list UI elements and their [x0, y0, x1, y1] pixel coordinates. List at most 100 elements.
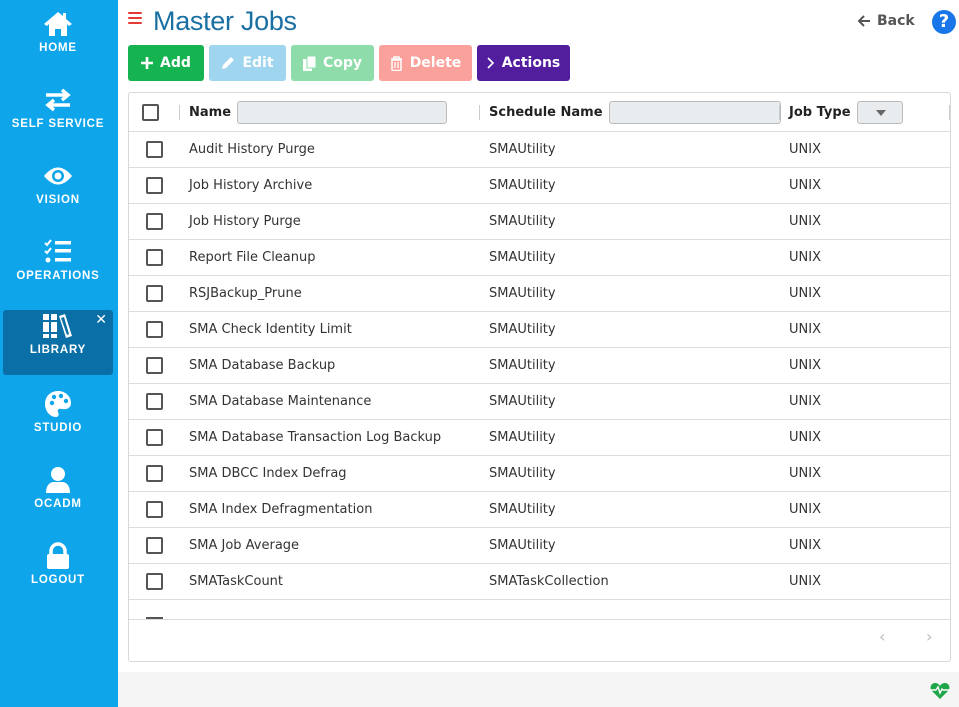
row-checkbox[interactable] — [146, 285, 163, 302]
sidebar-item-logout[interactable]: LOGOUT — [3, 540, 113, 606]
trash-icon — [390, 55, 402, 71]
cell-job-type: UNIX — [789, 322, 821, 337]
prev-page-button[interactable]: ‹ — [879, 627, 885, 646]
column-header-name[interactable]: Name — [189, 93, 448, 132]
next-page-button[interactable]: › — [926, 627, 932, 646]
table-row-partial — [129, 600, 950, 620]
cell-schedule-name: SMAUtility — [489, 250, 556, 265]
column-separator — [479, 105, 480, 120]
table-row[interactable]: Report File Cleanup SMAUtility UNIX — [129, 240, 950, 276]
user-icon — [3, 466, 113, 494]
cell-name: SMATaskCount — [189, 574, 284, 589]
edit-button[interactable]: Edit — [209, 45, 286, 81]
delete-label: Delete — [409, 55, 462, 71]
row-checkbox[interactable] — [146, 141, 163, 158]
sidebar-item-library[interactable]: ✕ LIBRARY — [3, 310, 113, 375]
sidebar-item-self-service[interactable]: SELF SERVICE — [3, 84, 113, 150]
actions-label: Actions — [501, 55, 561, 71]
job-type-filter-dropdown[interactable] — [856, 101, 903, 124]
hamburger-menu-icon[interactable] — [128, 12, 142, 26]
column-label-schedule-name: Schedule Name — [489, 105, 603, 120]
sidebar-item-operations[interactable]: OPERATIONS — [3, 236, 113, 302]
help-icon[interactable]: ? — [932, 10, 956, 34]
swap-arrows-icon — [3, 86, 113, 114]
row-checkbox[interactable] — [146, 321, 163, 338]
row-checkbox[interactable] — [146, 501, 163, 518]
sidebar: HOME SELF SERVICE VISION OPERATIONS ✕ LI… — [0, 0, 118, 707]
cell-name: Job History Purge — [189, 214, 301, 229]
table-row[interactable]: SMA Database Transaction Log Backup SMAUt… — [129, 420, 950, 456]
row-checkbox[interactable] — [146, 357, 163, 374]
cell-job-type: UNIX — [789, 502, 821, 517]
table-row[interactable]: SMA Job Average SMAUtility UNIX — [129, 528, 950, 564]
row-checkbox[interactable] — [146, 213, 163, 230]
row-checkbox-cell — [146, 528, 163, 563]
sidebar-item-home[interactable]: HOME — [3, 8, 113, 74]
sidebar-item-ocadm[interactable]: OCADM — [3, 464, 113, 530]
table-row[interactable]: SMA Index Defragmentation SMAUtility UNIX — [129, 492, 950, 528]
row-checkbox-cell — [146, 204, 163, 239]
row-checkbox[interactable] — [146, 177, 163, 194]
table-row[interactable]: Audit History Purge SMAUtility UNIX — [129, 132, 950, 168]
table-row[interactable]: RSJBackup_Prune SMAUtility UNIX — [129, 276, 950, 312]
cell-schedule-name: SMAUtility — [489, 538, 556, 553]
cell-name: Report File Cleanup — [189, 250, 316, 265]
column-label-job-type: Job Type — [789, 105, 851, 120]
cell-schedule-name: SMAUtility — [489, 394, 556, 409]
column-header-schedule-name[interactable]: Schedule Name — [489, 93, 781, 132]
cell-job-type: UNIX — [789, 142, 821, 157]
column-separator — [779, 105, 780, 120]
back-button[interactable]: Back — [857, 13, 915, 29]
row-checkbox-cell — [146, 420, 163, 455]
page-title: Master Jobs — [153, 6, 297, 36]
chevron-right-icon — [487, 57, 494, 69]
sidebar-item-studio[interactable]: STUDIO — [3, 388, 113, 454]
edit-label: Edit — [242, 55, 274, 71]
row-checkbox[interactable] — [146, 249, 163, 266]
row-checkbox-cell — [146, 564, 163, 599]
cell-name: SMA Index Defragmentation — [189, 502, 373, 517]
column-header-job-type[interactable]: Job Type — [789, 93, 903, 132]
cell-job-type: UNIX — [789, 358, 821, 373]
row-checkbox-cell — [146, 492, 163, 527]
row-checkbox-cell — [146, 168, 163, 203]
sidebar-item-vision[interactable]: VISION — [3, 160, 113, 226]
name-filter-input[interactable] — [237, 101, 448, 124]
copy-button[interactable]: Copy — [291, 45, 374, 81]
table-row[interactable]: SMA DBCC Index Defrag SMAUtility UNIX — [129, 456, 950, 492]
row-checkbox-cell — [146, 276, 163, 311]
table-row[interactable]: SMA Database Backup SMAUtility UNIX — [129, 348, 950, 384]
cell-name: RSJBackup_Prune — [189, 286, 302, 301]
row-checkbox[interactable] — [146, 429, 163, 446]
row-checkbox[interactable] — [146, 537, 163, 554]
actions-button[interactable]: Actions — [477, 45, 570, 81]
cell-name: SMA Database Maintenance — [189, 394, 372, 409]
row-checkbox[interactable] — [146, 573, 163, 590]
delete-button[interactable]: Delete — [379, 45, 472, 81]
cell-name: SMA DBCC Index Defrag — [189, 466, 347, 481]
cell-schedule-name: SMAUtility — [489, 430, 556, 445]
cell-job-type: UNIX — [789, 286, 821, 301]
cell-job-type: UNIX — [789, 394, 821, 409]
cell-name: SMA Database Backup — [189, 358, 336, 373]
row-checkbox[interactable] — [146, 465, 163, 482]
copy-label: Copy — [322, 55, 363, 71]
table-row[interactable]: SMA Database Maintenance SMAUtility UNIX — [129, 384, 950, 420]
row-checkbox-cell — [146, 348, 163, 383]
select-all-checkbox[interactable] — [142, 104, 159, 121]
table-row[interactable]: Job History Purge SMAUtility UNIX — [129, 204, 950, 240]
cell-name: SMA Job Average — [189, 538, 300, 553]
copy-icon — [302, 55, 316, 71]
heartbeat-icon[interactable] — [930, 682, 950, 700]
schedule-name-filter-input[interactable] — [608, 101, 781, 124]
cell-job-type: UNIX — [789, 574, 821, 589]
add-button[interactable]: Add — [128, 45, 204, 81]
caret-down-icon — [875, 110, 886, 116]
palette-icon — [3, 390, 113, 418]
row-checkbox[interactable] — [146, 393, 163, 410]
table-row[interactable]: Job History Archive SMAUtility UNIX — [129, 168, 950, 204]
jobs-grid: Name Schedule Name Job Type Audit Histor… — [128, 92, 951, 662]
table-row[interactable]: SMA Check Identity Limit SMAUtility UNIX — [129, 312, 950, 348]
table-row[interactable]: SMATaskCount SMATaskCollection UNIX — [129, 564, 950, 600]
home-icon — [3, 10, 113, 38]
